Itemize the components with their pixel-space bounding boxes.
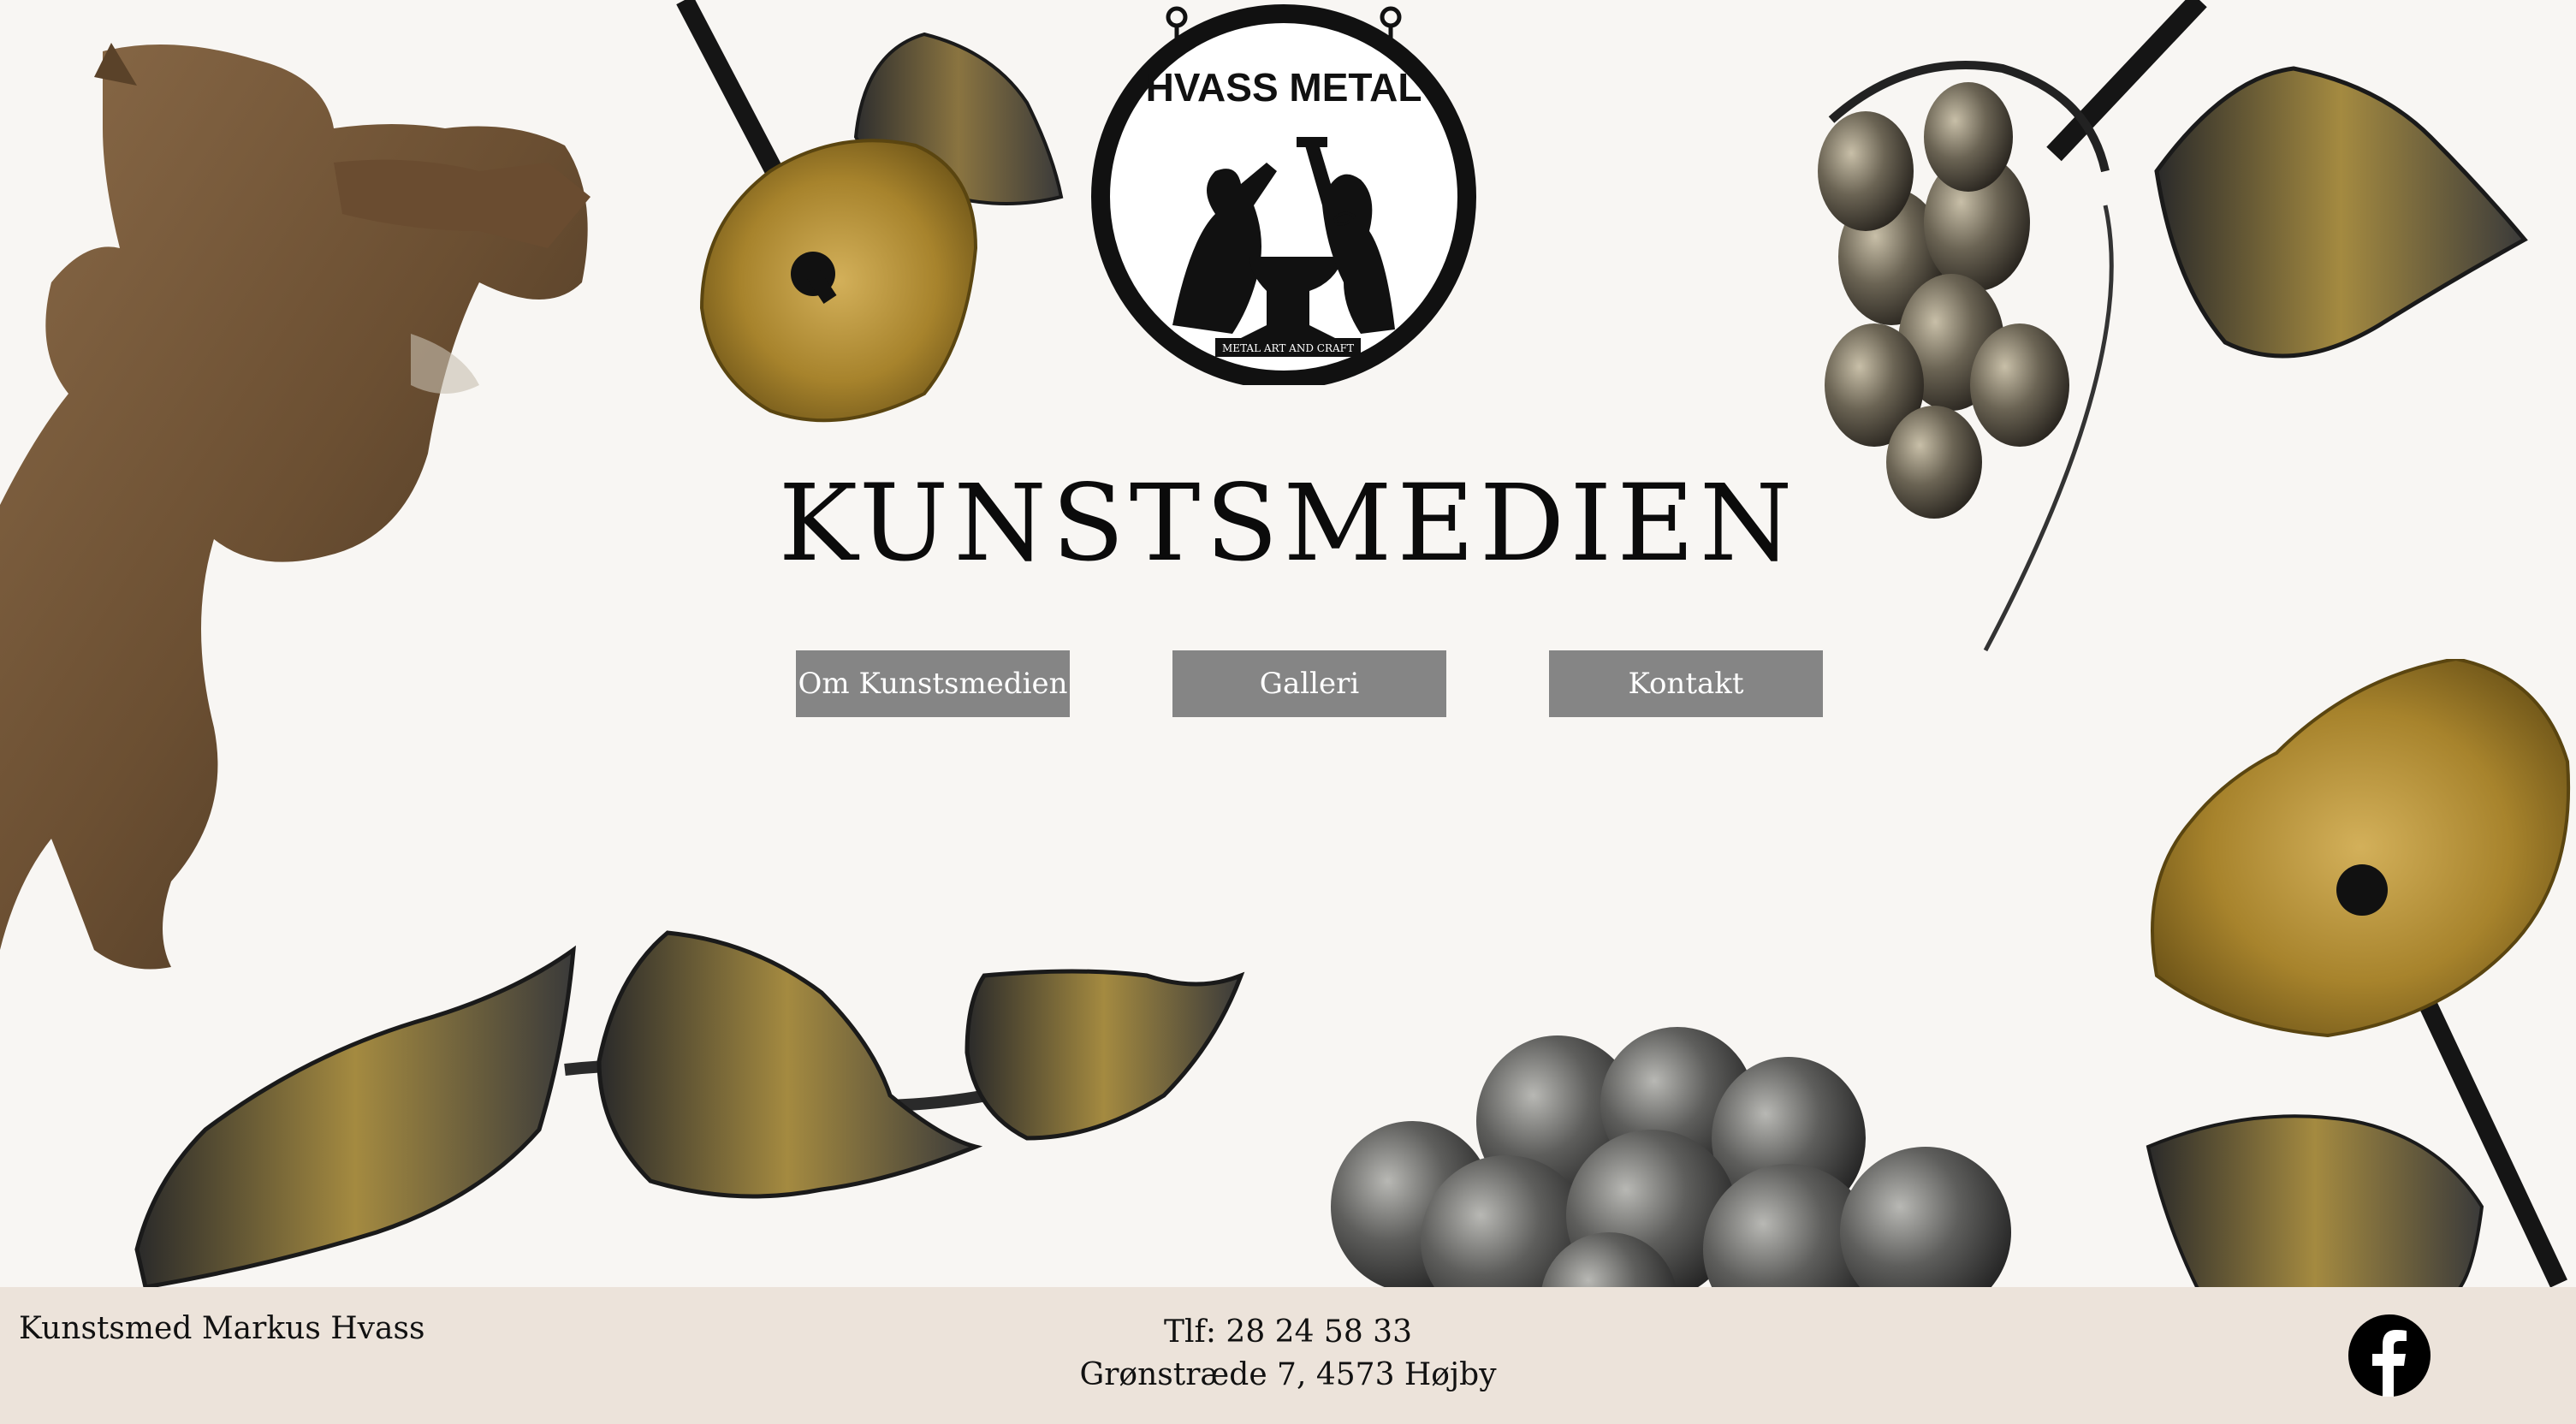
- brass-flower-sculpture-top: [676, 0, 1064, 423]
- nav-button-kontakt[interactable]: Kontakt: [1549, 650, 1823, 717]
- brass-flower-sculpture-right: [2146, 659, 2571, 1292]
- logo-title: HVASS METAL: [1146, 65, 1422, 110]
- page-title: KUNSTSMEDIEN: [778, 462, 1798, 585]
- facebook-icon[interactable]: [2348, 1314, 2431, 1397]
- footer-phone: Tlf: 28 24 58 33: [1164, 1314, 1412, 1350]
- nav-button-galleri[interactable]: Galleri: [1172, 650, 1446, 717]
- steel-grape-sculpture-bottom: [1331, 1027, 2011, 1287]
- footer-address: Grønstræde 7, 4573 Højby: [1079, 1357, 1497, 1392]
- nav-button-om-kunstsmedien[interactable]: Om Kunstsmedien: [796, 650, 1070, 717]
- logo-tagline: METAL ART AND CRAFT: [1222, 342, 1354, 354]
- hvass-metal-logo[interactable]: HVASS METAL METAL ART AND CRAFT: [1087, 0, 1477, 385]
- footer-contact: Tlf: 28 24 58 33 Grønstræde 7, 4573 Højb…: [0, 1311, 2576, 1397]
- steel-leaf-branch-bottom: [134, 930, 1245, 1287]
